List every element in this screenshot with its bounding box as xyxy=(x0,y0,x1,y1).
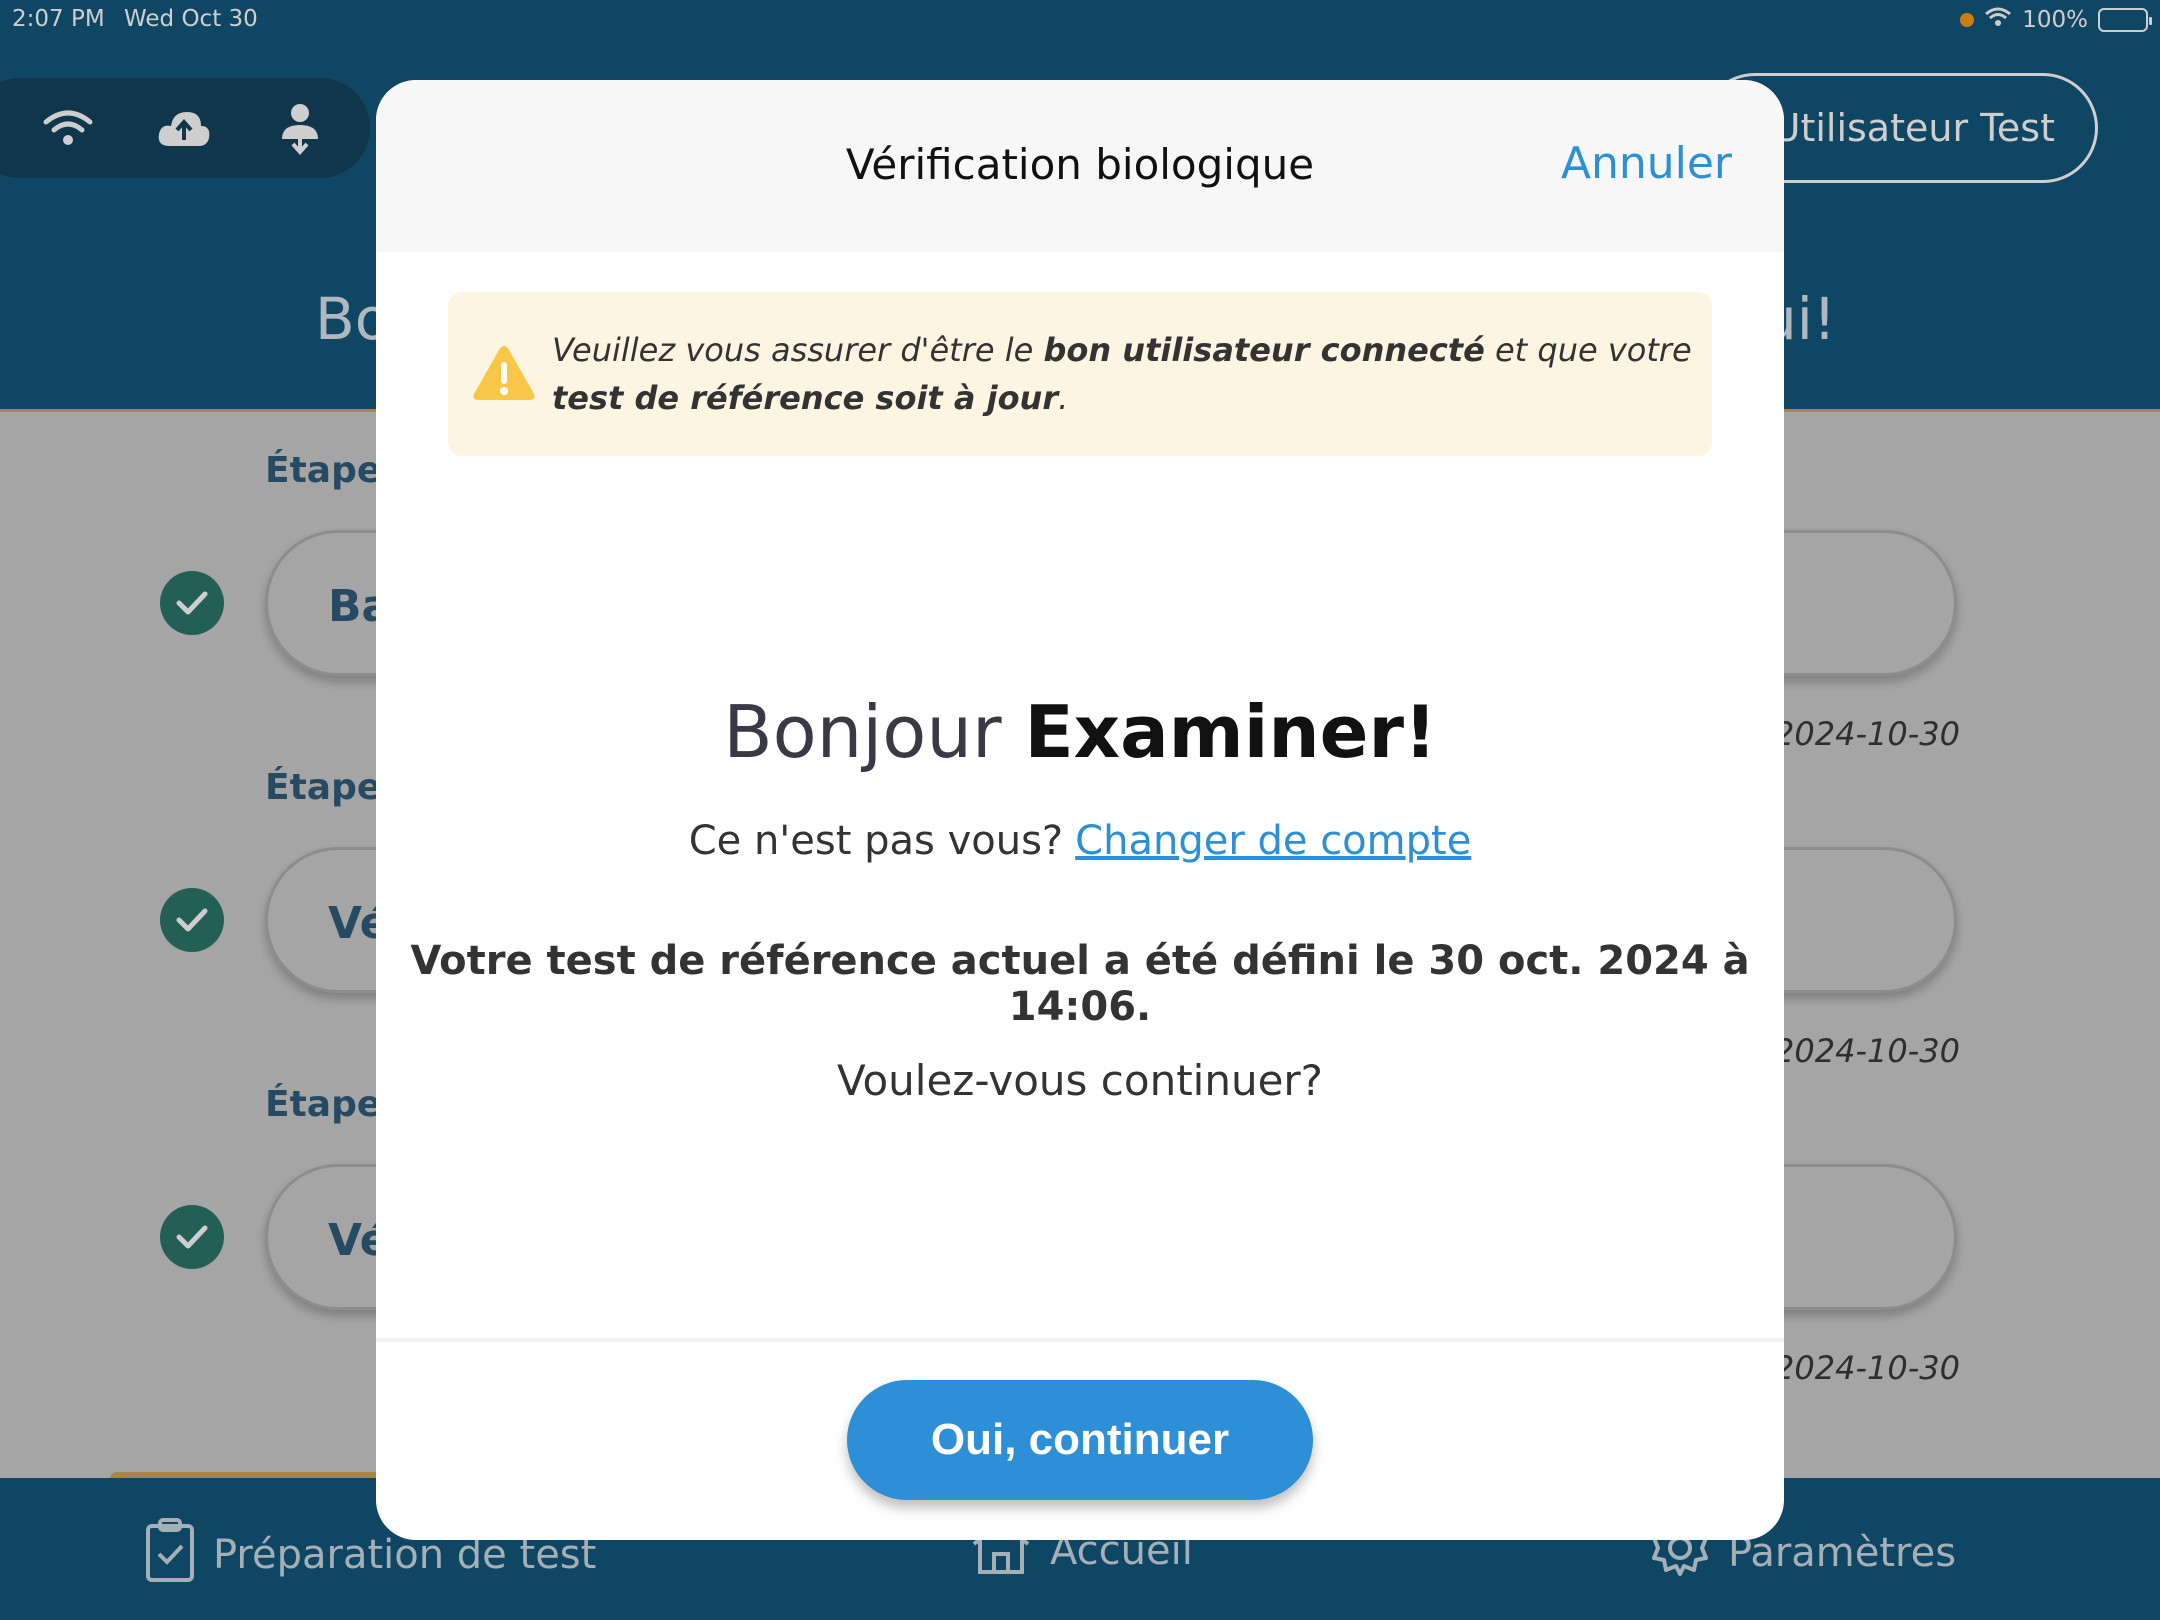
footer-divider xyxy=(376,1338,1784,1342)
greeting-prefix: Bonjour xyxy=(723,690,1002,774)
continue-question: Voulez-vous continuer? xyxy=(837,1056,1323,1105)
warning-banner: Veuillez vous assurer d'être le bon util… xyxy=(448,292,1712,456)
warning-icon xyxy=(470,342,538,408)
greeting: Bonjour Examiner! xyxy=(376,690,1784,774)
not-you-text: Ce n'est pas vous? xyxy=(688,818,1064,864)
cancel-button[interactable]: Annuler xyxy=(1561,138,1732,189)
user-name: Examiner! xyxy=(1024,690,1437,774)
warning-text: Veuillez vous assurer d'être le bon util… xyxy=(552,331,1692,417)
biological-verification-modal: Vérification biologique Annuler Veuillez… xyxy=(376,80,1784,1540)
reference-test-info: Votre test de référence actuel a été déf… xyxy=(410,938,1750,1030)
switch-account-link[interactable]: Changer de compte xyxy=(1075,818,1471,864)
modal-header: Vérification biologique Annuler xyxy=(376,80,1784,252)
confirm-continue-button[interactable]: Oui, continuer xyxy=(847,1380,1313,1500)
not-you-line: Ce n'est pas vous? Changer de compte xyxy=(376,818,1784,864)
